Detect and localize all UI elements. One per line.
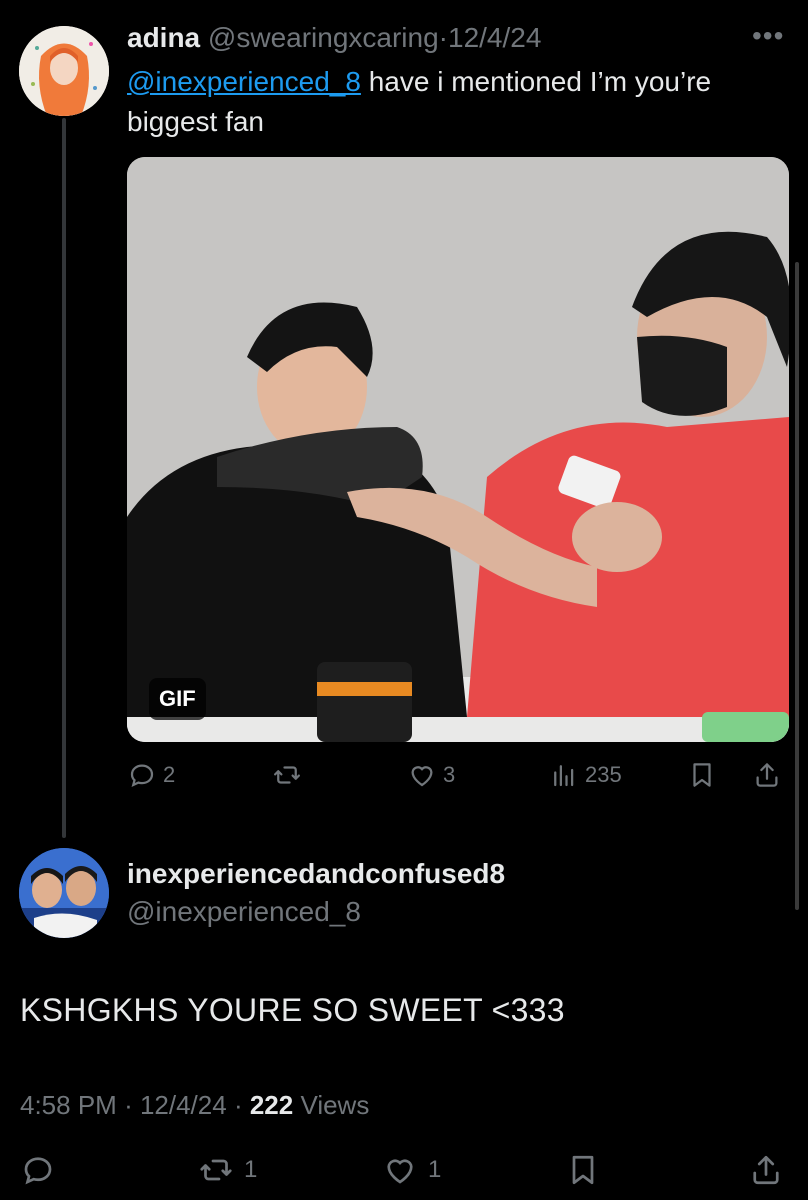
reply-icon — [130, 764, 154, 788]
like-count: 3 — [443, 762, 456, 787]
heart-icon — [387, 1159, 413, 1184]
gif-media[interactable]: GIF — [127, 157, 789, 742]
reply-bookmark-button[interactable] — [565, 1152, 601, 1188]
reply-views-label: Views — [300, 1090, 370, 1120]
reply-date[interactable]: 12/4/24 — [140, 1090, 227, 1120]
tweet-date[interactable]: 12/4/24 — [448, 22, 541, 53]
share-icon — [756, 763, 778, 787]
gif-frame — [127, 157, 789, 742]
reply-share-button[interactable] — [748, 1152, 784, 1188]
reply-avatar[interactable] — [19, 848, 109, 938]
heart-icon — [411, 766, 433, 787]
tweet-action-bar: 2 3 235 — [127, 760, 789, 796]
reply-count: 2 — [163, 762, 176, 787]
reply-handle[interactable]: @inexperienced_8 — [127, 896, 361, 928]
dot-separator: · — [124, 1090, 140, 1120]
dot-separator: · — [233, 1090, 250, 1120]
reply-views-count: 222 — [249, 1090, 294, 1120]
reply-like-count: 1 — [428, 1156, 442, 1183]
handle[interactable]: @swearingxcaring — [208, 22, 439, 53]
avatar[interactable] — [19, 26, 109, 116]
bookmark-icon — [693, 763, 711, 787]
display-name[interactable]: adina — [127, 22, 200, 53]
bookmark-icon — [572, 1155, 594, 1185]
reply-retweet-count: 1 — [244, 1156, 258, 1183]
reply-text: KSHGKHS YOURE SO SWEET <333 — [20, 992, 565, 1028]
reply-avatar-image — [19, 848, 109, 938]
reply-display-name[interactable]: inexperiencedandconfused8 — [127, 858, 505, 890]
view-count: 235 — [585, 762, 622, 787]
bookmark-button[interactable] — [687, 760, 717, 790]
share-icon — [753, 1155, 779, 1185]
reply-retweet-button[interactable]: 1 — [198, 1152, 257, 1188]
reply-meta: 4:58 PM · 12/4/24 · 222 Views — [20, 1090, 369, 1121]
views-button[interactable]: 235 — [549, 760, 622, 790]
views-icon — [554, 765, 574, 787]
reply-button[interactable]: 2 — [127, 760, 175, 790]
reply-like-button[interactable]: 1 — [382, 1152, 441, 1188]
retweet-icon — [200, 1159, 232, 1181]
gif-badge: GIF — [149, 678, 206, 720]
tweet-header: adina @swearingxcaring·12/4/24 — [127, 22, 541, 54]
reply-action-bar: 1 1 — [20, 1152, 790, 1196]
avatar-image — [19, 26, 109, 116]
more-icon[interactable]: ••• — [752, 20, 784, 52]
retweet-button[interactable] — [272, 760, 302, 790]
tweet-text: @inexperienced_8 have i mentioned I’m yo… — [127, 62, 747, 142]
reply-reply-button[interactable] — [20, 1152, 56, 1188]
mention-link[interactable]: @inexperienced_8 — [127, 66, 361, 97]
like-button[interactable]: 3 — [407, 760, 455, 790]
scrollbar[interactable] — [795, 262, 799, 910]
reply-icon — [24, 1157, 52, 1185]
retweet-icon — [274, 766, 300, 784]
thread-line — [62, 118, 66, 838]
dot-separator: · — [438, 22, 448, 53]
share-button[interactable] — [752, 760, 782, 790]
reply-time[interactable]: 4:58 PM — [20, 1090, 117, 1120]
